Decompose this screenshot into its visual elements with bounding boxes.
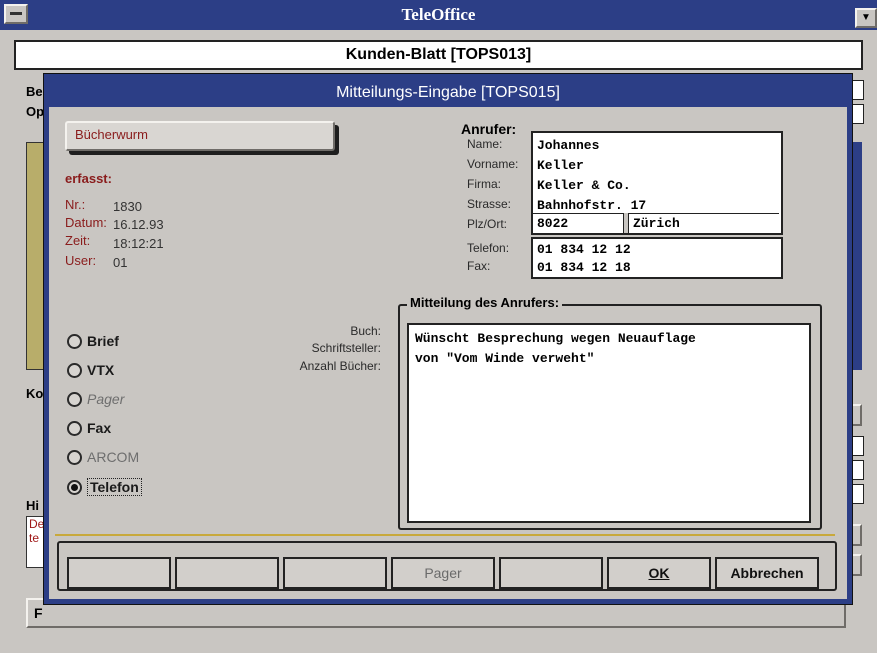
radio-brief-indicator	[67, 333, 82, 349]
radio-telefon[interactable]: Telefon	[67, 478, 142, 496]
erfasst-value-datum: 16.12.93	[113, 217, 164, 232]
function-button-2[interactable]	[175, 557, 279, 589]
category-field[interactable]: Bücherwurm	[65, 121, 335, 151]
function-button-5[interactable]	[499, 557, 603, 589]
erfasst-label-user: User:	[65, 253, 97, 268]
caller-name-field[interactable]: Johannes	[533, 135, 779, 155]
caller-address-box: Johannes Keller Keller & Co. Bahnhofstr.…	[531, 131, 783, 235]
caller-fax-label: Fax:	[467, 259, 491, 273]
erfasst-label-zeit: Zeit:	[65, 233, 91, 248]
radio-brief[interactable]: Brief	[67, 333, 119, 349]
function-button-3[interactable]	[283, 557, 387, 589]
radio-pager-label: Pager	[87, 391, 125, 407]
app-titlebar: TeleOffice ▼	[0, 0, 877, 30]
cancel-button[interactable]: Abbrechen	[715, 557, 819, 589]
ok-button[interactable]: OK	[607, 557, 711, 589]
window-scroll-button[interactable]: ▼	[855, 8, 877, 28]
caller-fax-field[interactable]: 01 834 12 18	[533, 258, 779, 277]
caller-strasse-label: Strasse:	[467, 197, 512, 211]
caller-strasse-field[interactable]: Bahnhofstr. 17	[533, 195, 779, 215]
caller-firma-label: Firma:	[467, 177, 501, 191]
caller-plz-label: Plz/Ort:	[467, 217, 508, 231]
pager-button[interactable]: Pager	[391, 557, 495, 589]
radio-fax-indicator	[67, 420, 82, 436]
radio-fax[interactable]: Fax	[67, 420, 111, 436]
erfasst-value-user: 01	[113, 255, 128, 270]
caller-name-label: Name:	[467, 137, 503, 151]
dialog-titlebar: Mitteilungs-Eingabe [TOPS015]	[49, 79, 847, 107]
erfasst-value-nr: 1830	[113, 199, 142, 214]
erfasst-heading: erfasst:	[65, 171, 112, 186]
radio-vtx-indicator	[67, 362, 82, 378]
radio-arcom-label: ARCOM	[87, 449, 140, 465]
erfasst-label-nr: Nr.:	[65, 197, 86, 212]
message-heading: Mitteilung des Anrufers:	[407, 295, 563, 310]
cancel-button-label: Abbrechen	[730, 565, 804, 581]
author-label: Schriftsteller:	[311, 341, 381, 355]
radio-telefon-label: Telefon	[87, 478, 142, 496]
parent-label-hi: Hi	[26, 498, 39, 513]
function-button-1[interactable]	[67, 557, 171, 589]
app-title: TeleOffice	[401, 5, 476, 24]
pager-button-label: Pager	[424, 565, 462, 581]
radio-vtx-label: VTX	[87, 362, 115, 378]
radio-arcom-indicator	[67, 449, 82, 465]
customer-sheet-titlebar: Kunden-Blatt [TOPS013]	[14, 40, 863, 70]
message-textarea[interactable]: Wünscht Besprechung wegen Neuauflage von…	[407, 323, 811, 523]
erfasst-value-zeit: 18:12:21	[113, 236, 164, 251]
message-entry-dialog: Mitteilungs-Eingabe [TOPS015] Bücherwurm…	[44, 74, 852, 604]
message-line: von "Vom Winde verweht"	[415, 351, 595, 366]
caller-firma-field[interactable]: Keller & Co.	[533, 175, 779, 195]
caller-heading: Anrufer:	[461, 121, 517, 137]
parent-label-op: Op	[26, 104, 45, 119]
radio-vtx[interactable]: VTX	[67, 362, 114, 378]
radio-arcom[interactable]: ARCOM	[67, 449, 139, 465]
dialog-title: Mitteilungs-Eingabe [TOPS015]	[336, 84, 560, 101]
radio-telefon-indicator	[67, 479, 82, 495]
book-label: Buch:	[350, 324, 381, 338]
caller-ort-field[interactable]: Zürich	[629, 213, 779, 233]
caller-vorname-label: Vorname:	[467, 157, 519, 171]
caller-phone-box: 01 834 12 12 01 834 12 18	[531, 237, 783, 279]
caller-telefon-field[interactable]: 01 834 12 12	[533, 240, 779, 259]
customer-sheet-title: Kunden-Blatt [TOPS013]	[345, 46, 532, 63]
radio-brief-label: Brief	[87, 333, 119, 349]
caller-plz-field[interactable]: 8022	[533, 213, 623, 233]
erfasst-label-datum: Datum:	[65, 215, 107, 230]
radio-pager-indicator	[67, 391, 82, 407]
button-bar-divider	[55, 534, 835, 536]
caller-telefon-label: Telefon:	[467, 241, 510, 255]
message-line: Wünscht Besprechung wegen Neuauflage	[415, 331, 696, 346]
book-count-label: Anzahl Bücher:	[299, 359, 381, 373]
parent-label-be: Be	[26, 84, 43, 99]
caller-vorname-field[interactable]: Keller	[533, 155, 779, 175]
category-value: Bücherwurm	[75, 127, 148, 142]
parent-bottom-button-label: F	[34, 605, 43, 621]
radio-pager[interactable]: Pager	[67, 391, 124, 407]
radio-fax-label: Fax	[87, 420, 112, 436]
ok-button-label: OK	[648, 565, 670, 581]
parent-label-ko: Ko	[26, 386, 44, 401]
